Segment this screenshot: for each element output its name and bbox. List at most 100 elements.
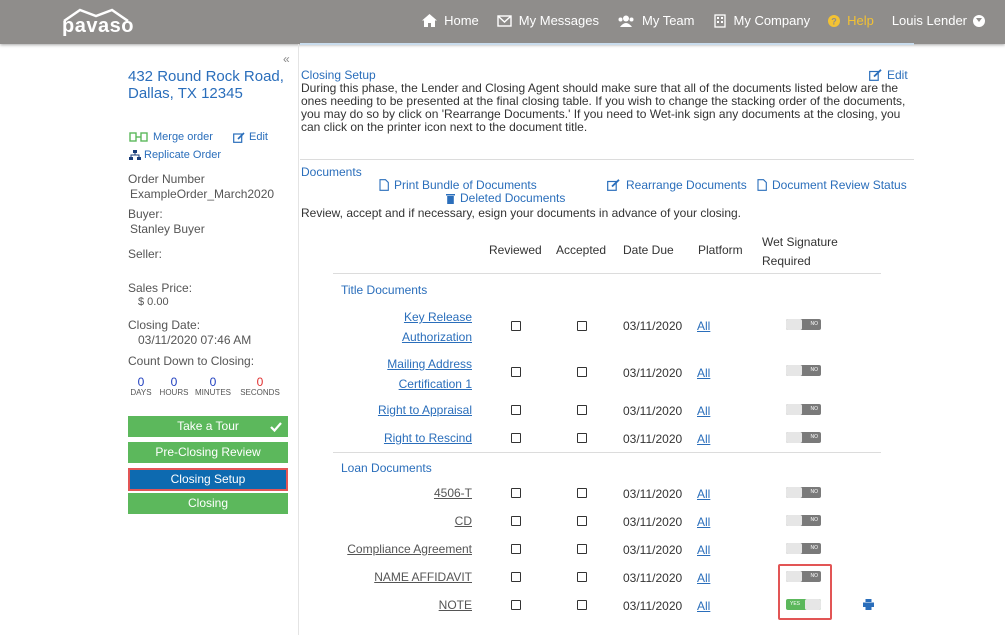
reviewed-checkbox[interactable] [511, 433, 521, 443]
accepted-checkbox[interactable] [577, 544, 587, 554]
step-take-a-tour[interactable]: Take a Tour [128, 416, 288, 437]
platform-link[interactable]: All [697, 432, 710, 446]
platform-link[interactable]: All [697, 599, 710, 613]
doc-right-to-appraisal-link[interactable]: Right to Appraisal [378, 400, 472, 420]
platform-link[interactable]: All [697, 543, 710, 557]
doc-mailing-address-link[interactable]: Mailing Address Certification 1 [387, 354, 472, 394]
accepted-checkbox[interactable] [577, 516, 587, 526]
nav-company[interactable]: My Company [713, 13, 811, 28]
accepted-checkbox[interactable] [577, 488, 587, 498]
countdown-days-unit: DAYS [130, 388, 152, 397]
wet-signature-toggle[interactable]: NO [786, 404, 821, 415]
step-closing[interactable]: Closing [128, 493, 288, 514]
user-menu[interactable]: Louis Lender [892, 13, 985, 28]
rearrange-documents-label: Rearrange Documents [626, 178, 747, 192]
wet-signature-toggle[interactable]: NO [786, 515, 821, 526]
platform-link[interactable]: All [697, 319, 710, 333]
step-closing-setup[interactable]: Closing Setup [128, 468, 288, 491]
edit-icon [607, 179, 620, 191]
merge-order-label: Merge order [153, 131, 213, 143]
nav-company-label: My Company [733, 13, 811, 28]
reviewed-checkbox[interactable] [511, 516, 521, 526]
section-divider [333, 452, 881, 453]
merge-order-link[interactable]: Merge order [129, 131, 213, 143]
nav-help[interactable]: ? Help [828, 13, 874, 28]
document-icon [379, 179, 389, 191]
countdown-hours-unit: HOURS [159, 388, 189, 397]
rearrange-documents-link[interactable]: Rearrange Documents [607, 178, 747, 192]
setup-edit-label: Edit [887, 68, 908, 82]
replicate-order-label: Replicate Order [144, 149, 222, 161]
step-closing-label: Closing [187, 496, 229, 510]
printer-icon[interactable] [863, 599, 874, 610]
wet-signature-toggle[interactable]: NO [786, 319, 821, 330]
print-bundle-link[interactable]: Print Bundle of Documents [379, 178, 537, 192]
collapse-sidebar-icon[interactable]: « [283, 52, 290, 66]
header-underline [300, 43, 914, 45]
date-due: 03/11/2020 [623, 571, 683, 585]
setup-edit-link[interactable]: Edit [869, 68, 908, 82]
review-instructions: Review, accept and if necessary, esign y… [301, 206, 742, 220]
order-number-value: ExampleOrder_March2020 [130, 187, 275, 201]
sales-price-label: Sales Price: [128, 281, 193, 295]
help-icon: ? [828, 14, 841, 27]
wet-signature-toggle[interactable]: NO [786, 365, 821, 376]
countdown-days-value: 0 [137, 375, 145, 389]
reviewed-checkbox[interactable] [511, 488, 521, 498]
section-title: Closing Setup [301, 68, 376, 82]
platform-link[interactable]: All [697, 487, 710, 501]
platform-link[interactable]: All [697, 571, 710, 585]
nav-messages-label: My Messages [518, 13, 599, 28]
platform-link[interactable]: All [697, 404, 710, 418]
doc-name-affidavit-link[interactable]: NAME AFFIDAVIT [374, 567, 472, 587]
accepted-checkbox[interactable] [577, 433, 587, 443]
replicate-order-link[interactable]: Replicate Order [129, 149, 221, 161]
doc-4506t-link[interactable]: 4506-T [434, 483, 472, 503]
doc-cd-link[interactable]: CD [455, 511, 472, 531]
countdown-hours-value: 0 [170, 375, 178, 389]
countdown-seconds-value: 0 [256, 375, 264, 389]
reviewed-checkbox[interactable] [511, 321, 521, 331]
countdown-minutes-value: 0 [209, 375, 217, 389]
reviewed-checkbox[interactable] [511, 405, 521, 415]
doc-compliance-agreement-link[interactable]: Compliance Agreement [347, 539, 472, 559]
reviewed-checkbox[interactable] [511, 544, 521, 554]
setup-description: During this phase, the Lender and Closin… [301, 81, 906, 134]
document-review-status-link[interactable]: Document Review Status [757, 178, 907, 192]
accepted-checkbox[interactable] [577, 321, 587, 331]
wet-signature-toggle[interactable]: NO [786, 487, 821, 498]
col-platform: Platform [698, 243, 743, 257]
nav-home[interactable]: Home [422, 13, 479, 28]
platform-link[interactable]: All [697, 515, 710, 529]
accepted-checkbox[interactable] [577, 572, 587, 582]
document-icon [757, 179, 767, 191]
sales-price-value: $ 0.00 [138, 296, 169, 308]
seller-label: Seller: [128, 247, 163, 261]
doc-key-release-line2: Authorization [401, 330, 472, 344]
accepted-checkbox[interactable] [577, 405, 587, 415]
logo-text: pavaso [62, 15, 134, 37]
document-review-status-label: Document Review Status [772, 178, 907, 192]
reviewed-checkbox[interactable] [511, 367, 521, 377]
doc-note-link[interactable]: NOTE [439, 595, 472, 615]
wet-signature-toggle[interactable]: NO [786, 432, 821, 443]
nav-team[interactable]: My Team [617, 13, 695, 28]
doc-key-release-link[interactable]: Key Release Authorization [402, 307, 472, 347]
order-sidebar: « 432 Round Rock Road, Dallas, TX 12345 … [120, 44, 299, 635]
accepted-checkbox[interactable] [577, 367, 587, 377]
doc-right-to-rescind-link[interactable]: Right to Rescind [384, 428, 472, 448]
nav-messages[interactable]: My Messages [497, 13, 599, 28]
reviewed-checkbox[interactable] [511, 600, 521, 610]
deleted-documents-label: Deleted Documents [460, 191, 566, 205]
building-icon [713, 13, 726, 28]
step-pre-closing-review[interactable]: Pre-Closing Review [128, 442, 288, 463]
toggle-label: NO [810, 321, 819, 327]
reviewed-checkbox[interactable] [511, 572, 521, 582]
accepted-checkbox[interactable] [577, 600, 587, 610]
wet-signature-toggle[interactable]: NO [786, 543, 821, 554]
sidebar-edit-link[interactable]: Edit [233, 131, 268, 143]
pavaso-logo[interactable]: pavaso [62, 8, 134, 38]
deleted-documents-link[interactable]: Deleted Documents [446, 191, 565, 205]
nav-team-label: My Team [642, 13, 695, 28]
platform-link[interactable]: All [697, 366, 710, 380]
